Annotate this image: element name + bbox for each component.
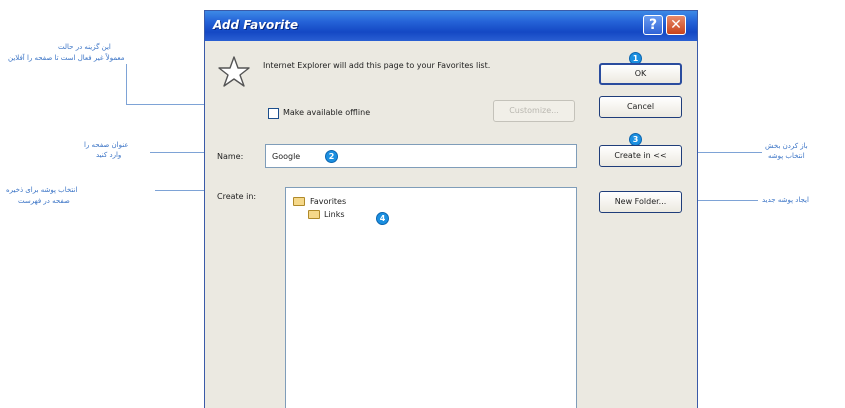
title-bar[interactable]: Add Favorite ? ✕ — [205, 11, 697, 41]
cancel-button[interactable]: Cancel — [599, 96, 682, 118]
create-in-label: Create in: — [217, 192, 257, 201]
name-label: Name: — [217, 152, 244, 161]
make-offline-label: Make available offline — [283, 108, 371, 117]
make-offline-checkbox[interactable] — [268, 108, 279, 119]
annotation-createin-line2: انتخاب پوشه — [768, 152, 805, 160]
annotation-offline-line2: معمولاً غیر فعال است تا صفحه را آفلاین — [8, 54, 125, 62]
annotation-create-line1: انتخاب پوشه برای ذخیره — [6, 186, 78, 194]
help-button[interactable]: ? — [643, 15, 663, 35]
annotation-offline-leader — [126, 64, 127, 104]
folder-icon — [293, 197, 305, 206]
customize-button: Customize... — [493, 100, 575, 122]
favorites-star-icon — [218, 56, 250, 87]
annotation-newfolder-text: ایجاد پوشه جدید — [762, 196, 809, 204]
annotation-create-line2: صفحه در فهرست — [18, 197, 70, 205]
links-callout-badge: 4 — [376, 212, 389, 225]
tree-item-links[interactable]: Links — [324, 210, 345, 219]
folder-tree[interactable]: Favorites Links 4 — [285, 187, 577, 408]
name-callout-badge: 2 — [325, 150, 338, 163]
tree-item-favorites[interactable]: Favorites — [310, 197, 346, 206]
annotation-name-line1: عنوان صفحه را — [84, 141, 129, 149]
dialog-title: Add Favorite — [213, 18, 299, 32]
annotation-createin-line1: باز کردن بخش — [765, 142, 808, 150]
create-in-button[interactable]: Create in << — [599, 145, 682, 167]
folder-icon — [308, 210, 320, 219]
info-message: Internet Explorer will add this page to … — [263, 61, 491, 70]
new-folder-button[interactable]: New Folder... — [599, 191, 682, 213]
ok-button[interactable]: OK — [599, 63, 682, 85]
annotation-name-line2: وارد کنید — [96, 151, 122, 159]
add-favorite-dialog: Add Favorite ? ✕ Internet Explorer will … — [204, 10, 698, 408]
close-button[interactable]: ✕ — [666, 15, 686, 35]
name-input[interactable]: Google — [265, 144, 577, 168]
annotation-offline-line1: این گزینه در حالت — [58, 43, 111, 51]
name-value: Google — [272, 152, 301, 161]
